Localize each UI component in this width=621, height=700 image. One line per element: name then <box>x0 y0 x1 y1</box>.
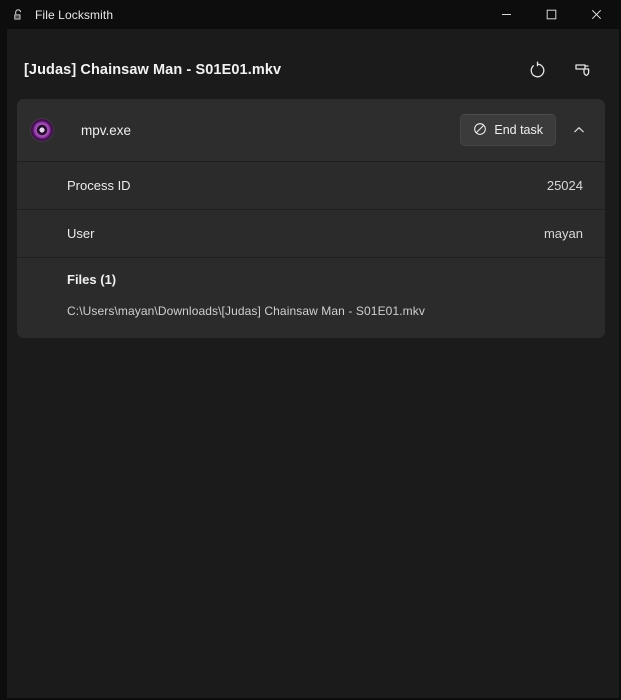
mpv-app-icon <box>31 119 53 141</box>
refresh-icon[interactable] <box>522 55 552 85</box>
minimize-button[interactable] <box>484 0 529 29</box>
detail-label: Process ID <box>67 178 131 193</box>
unlock-padlock-icon <box>11 7 27 23</box>
page-title: [Judas] Chainsaw Man - S01E01.mkv <box>17 62 281 78</box>
titlebar-left-group: File Locksmith <box>7 7 113 23</box>
maximize-button[interactable] <box>529 0 574 29</box>
chevron-up-icon[interactable] <box>564 115 594 145</box>
detail-label: User <box>67 226 94 241</box>
files-section: Files (1) C:\Users\mayan\Downloads\[Juda… <box>17 258 605 338</box>
process-header-row[interactable]: mpv.exe End task <box>17 99 605 162</box>
window-title: File Locksmith <box>35 8 113 22</box>
table-row: Process ID 25024 <box>17 162 605 210</box>
detail-value: mayan <box>544 226 583 241</box>
header-actions <box>522 55 605 85</box>
end-task-label: End task <box>494 123 543 137</box>
main-content: [Judas] Chainsaw Man - S01E01.mkv <box>7 29 619 698</box>
list-item: C:\Users\mayan\Downloads\[Judas] Chainsa… <box>67 304 583 318</box>
process-name: mpv.exe <box>81 123 460 138</box>
titlebar: File Locksmith <box>7 0 619 29</box>
block-icon <box>473 122 487 139</box>
process-card: mpv.exe End task P <box>17 99 605 338</box>
page-header: [Judas] Chainsaw Man - S01E01.mkv <box>7 41 619 99</box>
table-row: User mayan <box>17 210 605 258</box>
file-locksmith-window: File Locksmith [Judas] Chainsaw Man - S0… <box>0 0 621 700</box>
files-title: Files (1) <box>67 272 583 287</box>
detail-value: 25024 <box>547 178 583 193</box>
close-button[interactable] <box>574 0 619 29</box>
window-controls <box>484 0 619 29</box>
restart-elevated-icon[interactable] <box>568 55 598 85</box>
end-task-button[interactable]: End task <box>460 114 556 146</box>
